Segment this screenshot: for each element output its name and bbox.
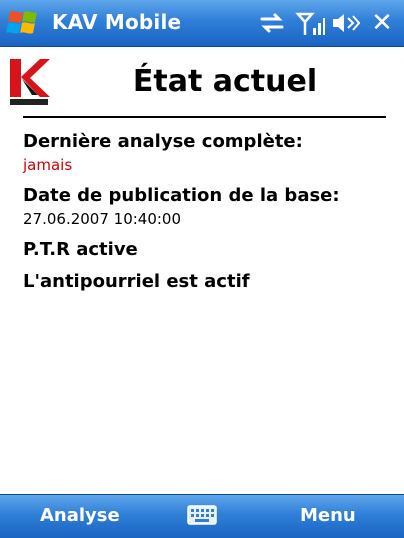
analyse-softkey[interactable]: Analyse bbox=[40, 505, 120, 526]
db-date-value: 27.06.2007 10:40:00 bbox=[23, 210, 182, 228]
sync-icon[interactable] bbox=[257, 8, 287, 38]
status-panel: Dernière analyse complète: jamais Date d… bbox=[23, 130, 393, 294]
last-scan-section: Dernière analyse complète: jamais bbox=[23, 130, 393, 176]
menu-softkey[interactable]: Menu bbox=[300, 505, 356, 526]
ptr-section: P.T.R active bbox=[23, 238, 393, 262]
antispam-status: L'antipourriel est actif bbox=[23, 271, 250, 292]
close-button[interactable]: ✕ bbox=[368, 10, 396, 36]
softkey-bar: Analyse Menu bbox=[0, 494, 404, 538]
db-date-label: Date de publication de la base: bbox=[23, 185, 340, 206]
windows-start-icon[interactable] bbox=[6, 6, 42, 40]
last-scan-value: jamais bbox=[23, 156, 73, 174]
keyboard-icon[interactable] bbox=[187, 505, 217, 525]
kaspersky-logo bbox=[10, 59, 50, 105]
title-bar: KAV Mobile ✕ bbox=[0, 0, 404, 47]
antispam-section: L'antipourriel est actif bbox=[23, 270, 393, 294]
db-date-section: Date de publication de la base: 27.06.20… bbox=[23, 184, 393, 230]
ptr-status: P.T.R active bbox=[23, 239, 138, 260]
page-title: État actuel bbox=[132, 64, 318, 99]
last-scan-label: Dernière analyse complète: bbox=[23, 131, 303, 152]
speaker-icon[interactable] bbox=[330, 8, 360, 38]
signal-icon[interactable] bbox=[295, 8, 325, 38]
app-title: KAV Mobile bbox=[52, 10, 182, 34]
divider bbox=[23, 116, 386, 118]
